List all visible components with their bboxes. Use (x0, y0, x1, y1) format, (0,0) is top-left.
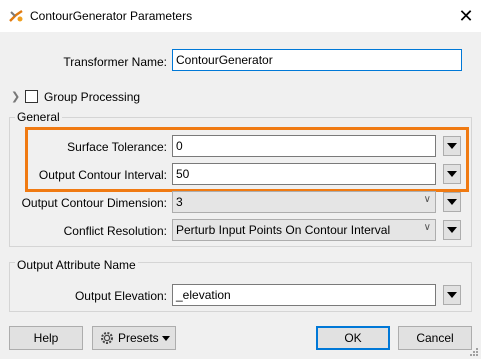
cancel-button-label: Cancel (416, 331, 454, 345)
presets-button-label: Presets (118, 331, 159, 345)
output-elevation-menu-button[interactable] (443, 285, 461, 305)
surface-tolerance-label: Surface Tolerance: (67, 140, 167, 154)
transformer-name-input[interactable]: ContourGenerator (172, 49, 462, 71)
ok-button-label: OK (344, 331, 362, 345)
output-attribute-name-group-title: Output Attribute Name (15, 258, 138, 272)
output-contour-interval-label: Output Contour Interval: (38, 168, 167, 182)
window-title: ContourGenerator Parameters (30, 9, 193, 23)
fme-transformer-icon (9, 10, 23, 22)
presets-button[interactable]: Presets (92, 326, 176, 350)
triangle-down-icon (447, 292, 457, 298)
conflict-resolution-menu-button[interactable] (443, 220, 461, 240)
output-contour-interval-menu-button[interactable] (443, 164, 461, 184)
title-bar: ContourGenerator Parameters ✕ (0, 0, 481, 32)
chevron-right-icon[interactable]: ❯ (11, 90, 20, 103)
chevron-down-icon: ∨ (423, 222, 431, 233)
ok-button[interactable]: OK (316, 326, 390, 350)
help-button-label: Help (33, 331, 59, 345)
surface-tolerance-input[interactable]: 0 (172, 135, 436, 157)
output-elevation-input[interactable]: _elevation (172, 284, 436, 306)
triangle-down-icon (447, 171, 457, 177)
triangle-down-icon (447, 199, 457, 205)
help-button[interactable]: Help (9, 326, 83, 350)
output-contour-dimension-label: Output Contour Dimension: (21, 196, 167, 210)
output-contour-dimension-select[interactable]: 3 ∨ (172, 191, 436, 213)
general-group-title: General (15, 110, 62, 124)
close-button[interactable]: ✕ (452, 2, 480, 30)
resize-grip-icon[interactable] (468, 346, 478, 356)
output-contour-dimension-value: 3 (176, 195, 183, 209)
conflict-resolution-value: Perturb Input Points On Contour Interval (176, 223, 391, 237)
presets-dropdown-icon (162, 336, 170, 341)
output-elevation-label: Output Elevation: (74, 289, 167, 303)
surface-tolerance-menu-button[interactable] (443, 136, 461, 156)
output-contour-interval-input[interactable]: 50 (172, 163, 436, 185)
conflict-resolution-label: Conflict Resolution: (63, 224, 167, 238)
triangle-down-icon (447, 227, 457, 233)
transformer-name-label: Transformer Name: (63, 55, 167, 69)
gear-icon (101, 332, 113, 344)
output-contour-dimension-menu-button[interactable] (443, 192, 461, 212)
group-processing-label: Group Processing (44, 90, 141, 104)
triangle-down-icon (447, 143, 457, 149)
conflict-resolution-select[interactable]: Perturb Input Points On Contour Interval… (172, 219, 436, 241)
group-processing-checkbox[interactable] (25, 90, 38, 103)
cancel-button[interactable]: Cancel (398, 326, 472, 350)
chevron-down-icon: ∨ (423, 194, 431, 205)
